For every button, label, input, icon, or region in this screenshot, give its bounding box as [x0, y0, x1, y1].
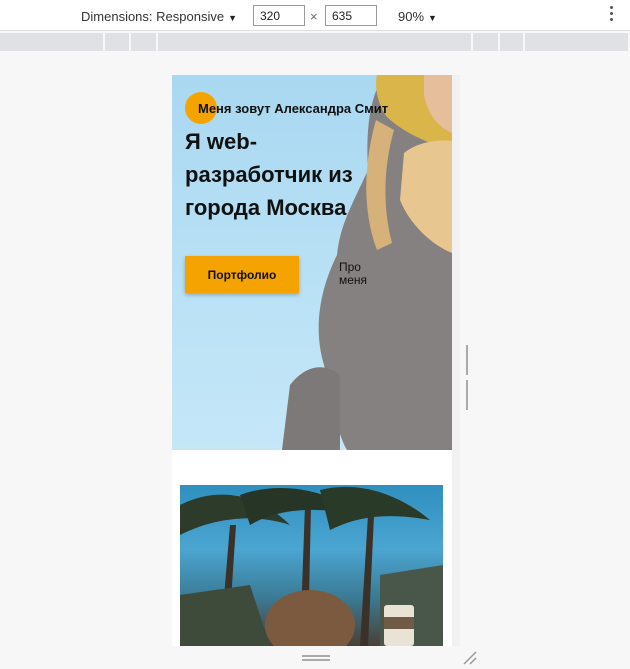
resize-handle-corner-icon[interactable] — [462, 651, 478, 665]
hero-section: Меня зовут Александра Смит Я web-разрабо… — [172, 75, 452, 450]
more-options-icon[interactable] — [607, 6, 615, 24]
zoom-label: 90% — [398, 9, 425, 24]
portfolio-photo — [180, 485, 443, 646]
viewport-scrollbar[interactable] — [452, 75, 460, 646]
media-query-segment[interactable] — [473, 33, 500, 51]
dimensions-dropdown[interactable]: Dimensions: Responsive ▼ — [81, 9, 237, 24]
portfolio-button[interactable]: Портфолио — [185, 256, 299, 293]
height-input[interactable] — [325, 5, 377, 26]
device-toolbar: Dimensions: Responsive▼ × 90%▼ — [0, 0, 630, 31]
media-query-segment[interactable] — [500, 33, 525, 51]
about-button[interactable]: Про меня — [339, 261, 373, 287]
dimensions-label: Dimensions: Responsive — [81, 9, 225, 24]
palm-photo-illustration — [180, 486, 443, 646]
resize-handle-bottom[interactable] — [302, 655, 330, 661]
hero-name: Меня зовут Александра Смит — [198, 101, 389, 116]
media-query-segment[interactable] — [0, 33, 105, 51]
caret-down-icon: ▼ — [428, 13, 437, 23]
resize-handle-right[interactable] — [466, 345, 471, 410]
media-query-segment[interactable] — [105, 33, 131, 51]
zoom-dropdown[interactable]: 90% ▼ — [398, 9, 437, 24]
width-input[interactable] — [253, 5, 305, 26]
media-query-segment[interactable] — [131, 33, 158, 51]
caret-down-icon: ▼ — [228, 13, 237, 23]
hero-title: Я web-разработчик из города Москва — [185, 129, 353, 220]
device-viewport: Меня зовут Александра Смит Я web-разрабо… — [172, 75, 460, 646]
media-query-bar — [0, 33, 630, 51]
times-separator: × — [310, 9, 318, 24]
media-query-segment[interactable] — [525, 33, 630, 51]
media-query-segment[interactable] — [158, 33, 473, 51]
